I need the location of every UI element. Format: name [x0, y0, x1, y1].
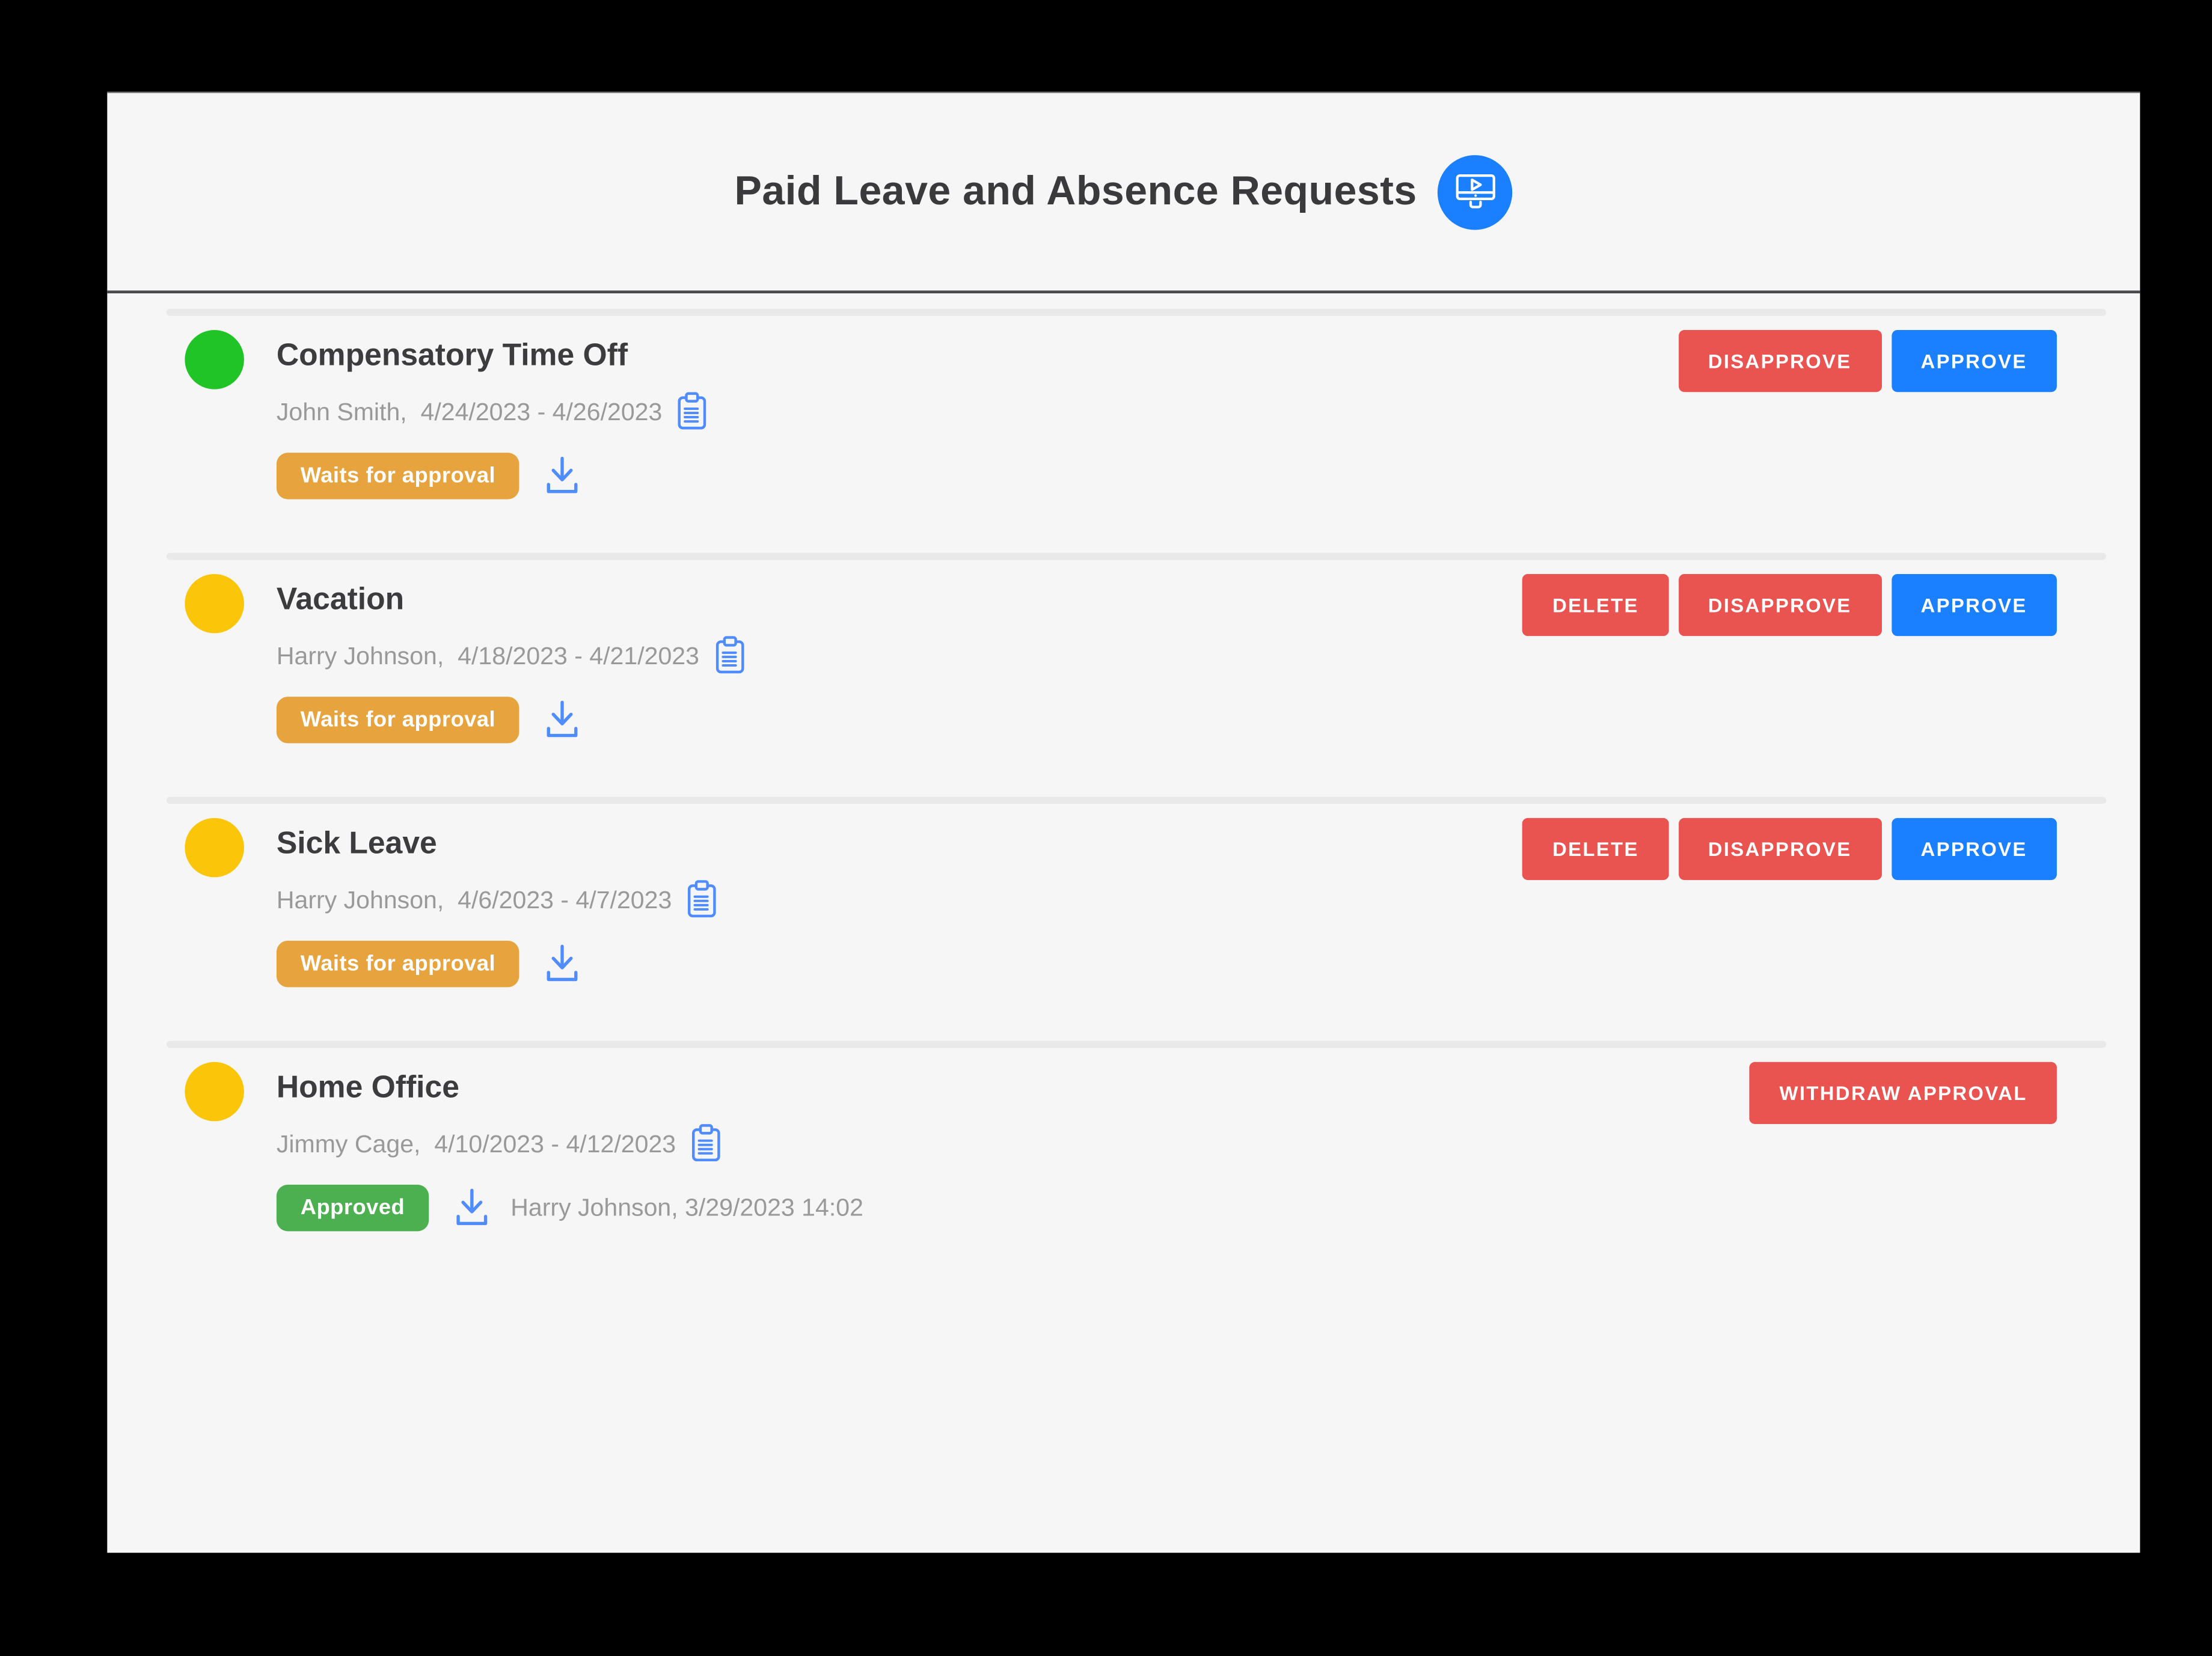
request-subtitle: John Smith, 4/24/2023 - 4/26/2023: [277, 392, 708, 430]
disapprove-button[interactable]: DISAPPROVE: [1678, 574, 1881, 636]
request-status: Waits for approval: [277, 697, 744, 743]
subtitle-separator: ,: [437, 882, 458, 916]
row-actions: DISAPPROVEAPPROVE: [1678, 330, 2056, 392]
status-badge: Waits for approval: [277, 941, 519, 987]
approve-button[interactable]: APPROVE: [1891, 574, 2057, 636]
request-row: Sick Leave Harry Johnson, 4/6/2023 - 4/7…: [167, 797, 2106, 1041]
status-badge: Waits for approval: [277, 697, 519, 743]
row-actions: WITHDRAW APPROVAL: [1750, 1062, 2057, 1124]
requester-name: Harry Johnson: [277, 638, 437, 672]
request-status: Approved Harry Johnson, 3/29/2023 14:02: [277, 1185, 863, 1231]
withdraw-approval-button[interactable]: WITHDRAW APPROVAL: [1750, 1062, 2057, 1124]
request-type: Compensatory Time Off: [277, 334, 708, 375]
disapprove-button[interactable]: DISAPPROVE: [1678, 330, 1881, 392]
request-info: Sick Leave Harry Johnson, 4/6/2023 - 4/7…: [277, 804, 717, 987]
page-title: Paid Leave and Absence Requests: [734, 168, 1417, 215]
approve-button[interactable]: APPROVE: [1891, 818, 2057, 880]
date-range: 4/10/2023 - 4/12/2023: [434, 1126, 676, 1160]
clipboard-icon[interactable]: [687, 880, 717, 918]
requester-name: John Smith: [277, 394, 400, 428]
request-info: Home Office Jimmy Cage, 4/10/2023 - 4/12…: [277, 1048, 863, 1231]
clipboard-icon[interactable]: [678, 392, 707, 430]
clipboard-icon[interactable]: [715, 636, 744, 674]
video-tutorial-button[interactable]: [1438, 154, 1513, 229]
subtitle-separator: ,: [414, 1126, 434, 1160]
row-divider: [167, 309, 2106, 316]
download-icon[interactable]: [544, 454, 581, 498]
request-row: Home Office Jimmy Cage, 4/10/2023 - 4/12…: [167, 1041, 2106, 1285]
row-actions: DELETEDISAPPROVEAPPROVE: [1523, 574, 2057, 636]
screen: Paid Leave and Absence Requests Compensa…: [0, 0, 2212, 1656]
download-icon[interactable]: [544, 942, 581, 986]
subtitle-separator: ,: [400, 394, 420, 428]
date-range: 4/24/2023 - 4/26/2023: [421, 394, 663, 428]
request-subtitle: Jimmy Cage, 4/10/2023 - 4/12/2023: [277, 1124, 863, 1162]
date-range: 4/6/2023 - 4/7/2023: [458, 882, 672, 916]
date-range: 4/18/2023 - 4/21/2023: [458, 638, 699, 672]
row-divider: [167, 553, 2106, 560]
page-header: Paid Leave and Absence Requests: [107, 93, 2140, 293]
delete-button[interactable]: DELETE: [1523, 818, 1668, 880]
approval-info: Harry Johnson, 3/29/2023 14:02: [510, 1193, 863, 1223]
request-row: Compensatory Time Off John Smith, 4/24/2…: [167, 309, 2106, 553]
download-icon[interactable]: [544, 698, 581, 742]
requester-name: Jimmy Cage: [277, 1126, 414, 1160]
request-subtitle: Harry Johnson, 4/6/2023 - 4/7/2023: [277, 880, 717, 918]
requests-list: Compensatory Time Off John Smith, 4/24/2…: [167, 309, 2106, 1285]
row-divider: [167, 797, 2106, 804]
download-icon[interactable]: [453, 1186, 491, 1230]
status-dot: [185, 330, 244, 390]
status-badge: Waits for approval: [277, 453, 519, 499]
request-type: Vacation: [277, 578, 744, 619]
status-dot: [185, 574, 244, 634]
status-dot: [185, 1062, 244, 1122]
request-type: Sick Leave: [277, 822, 717, 863]
request-info: Vacation Harry Johnson, 4/18/2023 - 4/21…: [277, 560, 744, 743]
requester-name: Harry Johnson: [277, 882, 437, 916]
request-info: Compensatory Time Off John Smith, 4/24/2…: [277, 316, 708, 500]
request-status: Waits for approval: [277, 941, 717, 987]
approve-button[interactable]: APPROVE: [1891, 330, 2057, 392]
request-type: Home Office: [277, 1066, 863, 1107]
video-tutorial-icon: [1453, 170, 1498, 215]
row-actions: DELETEDISAPPROVEAPPROVE: [1523, 818, 2057, 880]
subtitle-separator: ,: [437, 638, 458, 672]
requests-panel: Paid Leave and Absence Requests Compensa…: [107, 92, 2140, 1553]
status-dot: [185, 818, 244, 878]
delete-button[interactable]: DELETE: [1523, 574, 1668, 636]
request-subtitle: Harry Johnson, 4/18/2023 - 4/21/2023: [277, 636, 744, 674]
request-status: Waits for approval: [277, 453, 708, 499]
disapprove-button[interactable]: DISAPPROVE: [1678, 818, 1881, 880]
clipboard-icon[interactable]: [691, 1124, 721, 1162]
row-divider: [167, 1041, 2106, 1048]
request-row: Vacation Harry Johnson, 4/18/2023 - 4/21…: [167, 553, 2106, 797]
status-badge: Approved: [277, 1185, 429, 1231]
